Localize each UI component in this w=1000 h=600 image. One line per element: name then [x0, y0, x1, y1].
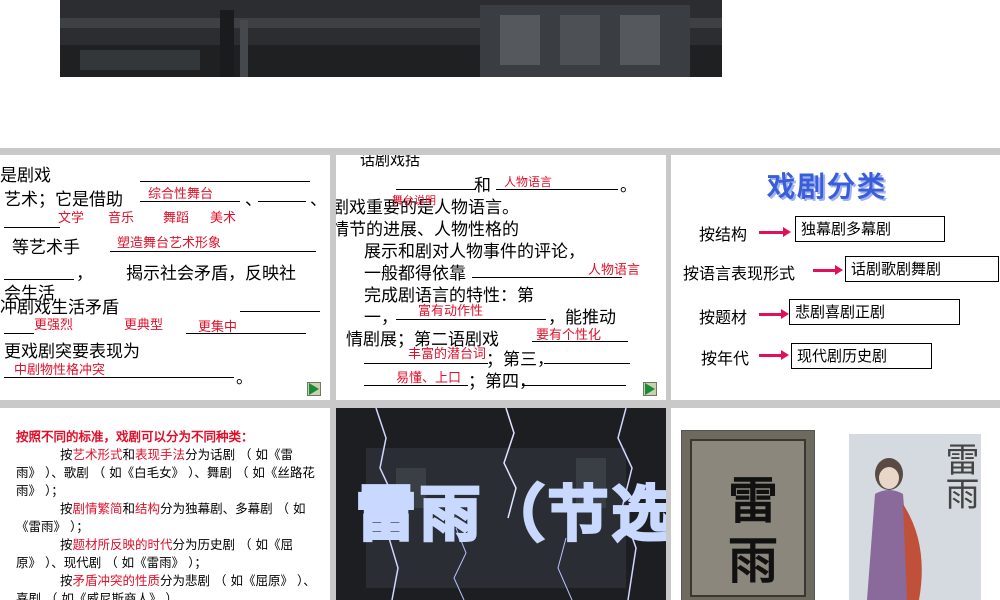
- s2-next-button[interactable]: [643, 382, 657, 396]
- slide-thumbnail-1[interactable]: 是剧戏 艺术；它是借助 综合性舞台 、 、 文学 音乐 舞蹈 美术 等艺术手 塑…: [0, 155, 330, 400]
- s4-para-4: 按矛盾冲突的性质分为悲剧 （ 如《屈原》 ）、喜剧 （ 如《威尼斯商人》 ）、: [16, 573, 316, 600]
- arrow-right-icon: [759, 309, 789, 319]
- row-subject-value: 悲剧喜剧正剧: [789, 299, 960, 325]
- s1-line1: 是剧戏: [0, 166, 51, 186]
- slide-thumbnail-2[interactable]: 话剧戏括 和 人物语言 。 剧戏重要的是人物语言。 舞台说明 情节的进展、人物性…: [336, 155, 666, 400]
- classification-paragraphs: 按照不同的标准，戏剧可以分为不同种类： 按艺术形式和表现手法分为话剧 （ 如《雷…: [16, 428, 316, 600]
- s1-line5: 揭示社会矛盾，反映社: [126, 264, 296, 284]
- s2-answer-subtext: 丰富的潜台词: [408, 347, 487, 362]
- s1-comma-1: 、: [245, 190, 262, 210]
- row-era-label: 按年代: [701, 349, 750, 368]
- s1-answer-music: 音乐: [108, 211, 135, 226]
- s1-answer-stage-image: 塑造舞台艺术形象: [117, 236, 222, 251]
- row-language-value: 话剧歌剧舞剧: [845, 256, 999, 282]
- s2-answer-character-language: 人物语言: [504, 175, 553, 189]
- s2-answer-easy: 易懂、上口: [396, 371, 462, 386]
- photo-texture: [60, 0, 722, 77]
- slide-thumbnail-5[interactable]: 雷雨（节选）: [336, 408, 666, 600]
- slide-thumbnail-3[interactable]: 戏剧分类 按结构 独幕剧多幕剧 按语言表现形式 话剧歌剧舞剧 按题材 悲剧喜剧正…: [671, 155, 1000, 400]
- row-structure-value: 独幕剧多幕剧: [795, 216, 945, 242]
- s2-line10-end: ；第四，: [468, 372, 536, 392]
- slide-thumbnail-4[interactable]: 按照不同的标准，戏剧可以分为不同种类： 按艺术形式和表现手法分为话剧 （ 如《雷…: [0, 408, 330, 600]
- book-cover-inner: 雷雨: [690, 439, 806, 597]
- s4-para-1: 按艺术形式和表现手法分为话剧 （ 如《雷雨》 ）、歌剧 （ 如《白毛女》 ）、舞…: [16, 447, 315, 498]
- row-structure-label: 按结构: [699, 225, 748, 244]
- s4-para-3: 按题材所反映的时代分为历史剧 （ 如《屈原》 ）、现代剧 （ 如《雷雨》 ）；: [16, 537, 293, 570]
- top-photo: [60, 0, 722, 77]
- s1-line4: 等艺术手: [12, 238, 80, 258]
- s1-answer-literature: 文学: [58, 211, 85, 226]
- s1-comma-2: 、: [310, 190, 327, 210]
- arrow-right-icon: [759, 350, 789, 360]
- s1-answer-dance: 舞蹈: [163, 211, 190, 226]
- play-icon: [309, 383, 319, 395]
- s2-period: 。: [620, 176, 637, 196]
- classification-title: 戏剧分类: [767, 170, 888, 203]
- arrow-right-icon: [813, 265, 843, 275]
- s1-answer-conflict: 中剧物性格冲突: [14, 363, 106, 378]
- s2-answer-stage-direction: 舞台说明: [392, 194, 436, 207]
- s1-answer-stronger: 更强烈: [34, 318, 74, 333]
- s4-para-2: 按剧情繁简和结构分为独幕剧、多幕剧 （ 如《雷雨》 ）；: [16, 501, 306, 534]
- poster-title: 雷雨: [939, 442, 979, 510]
- s2-answer-character-language-2: 人物语言: [588, 263, 641, 278]
- row-subject-label: 按题材: [699, 308, 748, 327]
- poster-image: 雷雨: [849, 434, 981, 600]
- book-cover: 雷雨: [681, 430, 815, 600]
- s1-answer-art: 美术: [210, 211, 237, 226]
- s1-next-button[interactable]: [307, 382, 321, 396]
- row-era-value: 现代剧历史剧: [791, 343, 932, 369]
- book-title: 雷雨: [728, 471, 778, 590]
- play-icon: [645, 383, 655, 395]
- s1-answer-1: 综合性舞台: [148, 187, 214, 202]
- arrow-right-icon: [759, 227, 791, 237]
- slide-thumbnail-6[interactable]: 雷雨 雷雨: [671, 408, 1000, 600]
- s1-comma-3: ，: [76, 264, 93, 284]
- s1-period: 。: [236, 368, 253, 388]
- s2-line0: 话剧戏括: [360, 155, 421, 169]
- row-language-label: 按语言表现形式: [683, 264, 796, 283]
- s1-answer-typical: 更典型: [124, 318, 164, 333]
- s2-answer-action: 富有动作性: [418, 304, 484, 319]
- s4-heading: 按照不同的标准，戏剧可以分为不同种类：: [16, 429, 254, 444]
- play-title: 雷雨（节选）: [355, 479, 667, 552]
